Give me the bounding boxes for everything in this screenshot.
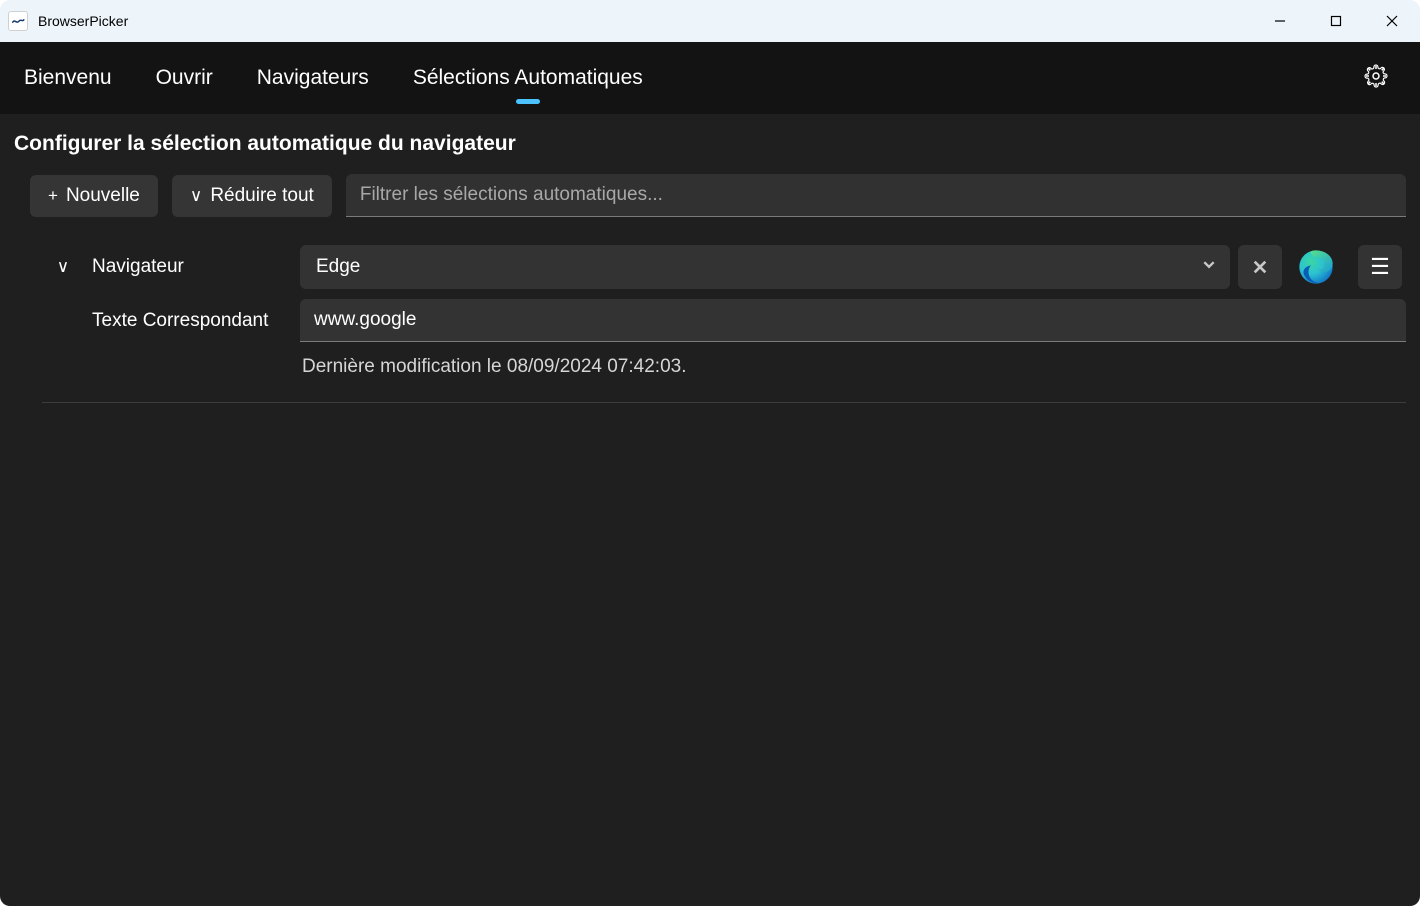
matching-text-label: Texte Correspondant <box>92 310 292 332</box>
tab-browsers[interactable]: Navigateurs <box>257 42 369 114</box>
auto-selection-entry: ∨ Navigateur Edge <box>42 245 1406 403</box>
new-button-label: Nouvelle <box>66 185 140 207</box>
collapse-all-button[interactable]: ∨ Réduire tout <box>172 175 332 217</box>
filter-input[interactable] <box>346 174 1406 217</box>
plus-icon: + <box>48 187 58 204</box>
tab-open[interactable]: Ouvrir <box>156 42 213 114</box>
browser-select-value: Edge <box>316 256 360 278</box>
entries: ∨ Navigateur Edge <box>14 245 1406 403</box>
page-title: Configurer la sélection automatique du n… <box>14 132 1406 156</box>
entry-menu-button[interactable]: ☰ <box>1358 245 1402 289</box>
window-title: BrowserPicker <box>38 13 128 29</box>
maximize-button[interactable] <box>1308 0 1364 42</box>
page: Configurer la sélection automatique du n… <box>0 114 1420 403</box>
hamburger-icon: ☰ <box>1370 254 1390 280</box>
new-button[interactable]: + Nouvelle <box>30 175 158 217</box>
browser-label: Navigateur <box>92 256 292 278</box>
titlebar-left: BrowserPicker <box>8 11 128 31</box>
edge-browser-icon <box>1294 245 1338 289</box>
app: Bienvenu Ouvrir Navigateurs Sélections A… <box>0 42 1420 906</box>
chevron-down-icon <box>1202 258 1216 277</box>
matching-text-input[interactable] <box>300 299 1406 342</box>
chevron-down-icon: ∨ <box>190 187 202 204</box>
clear-browser-button[interactable] <box>1238 245 1282 289</box>
tabs-list: Bienvenu Ouvrir Navigateurs Sélections A… <box>24 42 643 114</box>
tab-auto-selections[interactable]: Sélections Automatiques <box>413 42 643 114</box>
toolbar: + Nouvelle ∨ Réduire tout <box>14 174 1406 217</box>
titlebar: BrowserPicker <box>0 0 1420 42</box>
last-modified: Dernière modification le 08/09/2024 07:4… <box>300 352 1406 378</box>
collapse-all-label: Réduire tout <box>210 185 314 207</box>
browser-select[interactable]: Edge <box>300 245 1230 289</box>
tab-welcome[interactable]: Bienvenu <box>24 42 112 114</box>
minimize-button[interactable] <box>1252 0 1308 42</box>
close-button[interactable] <box>1364 0 1420 42</box>
expand-toggle[interactable]: ∨ <box>42 257 84 277</box>
window-controls <box>1252 0 1420 42</box>
filter-input-wrap <box>346 174 1406 217</box>
app-icon <box>8 11 28 31</box>
settings-button[interactable] <box>1356 56 1396 101</box>
tabs-bar: Bienvenu Ouvrir Navigateurs Sélections A… <box>0 42 1420 114</box>
